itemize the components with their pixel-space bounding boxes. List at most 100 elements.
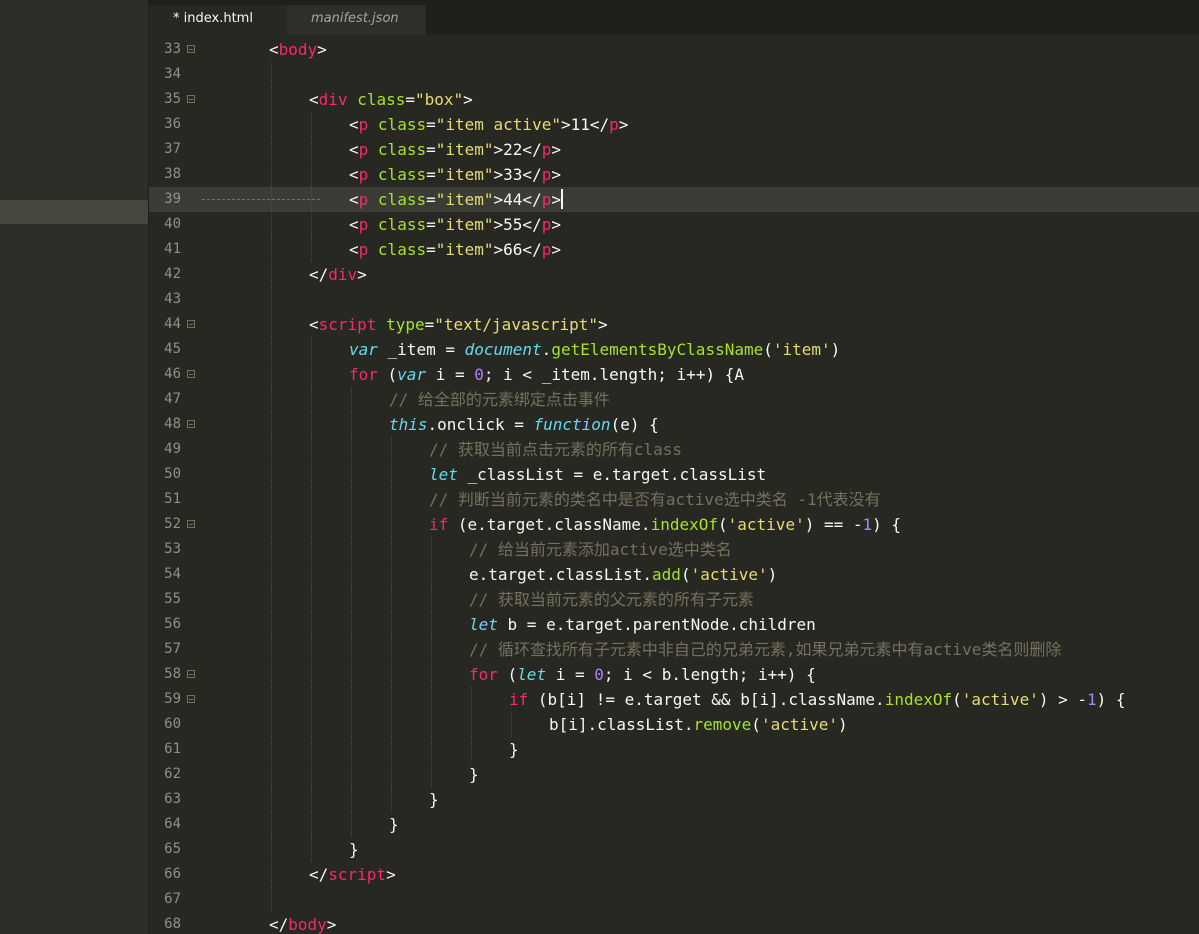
indent-guide [271,562,272,587]
code-text: let b = e.target.parentNode.children [469,612,816,637]
code-text: // 循环查找所有子元素中非自己的兄弟元素,如果兄弟元素中有active类名则删… [469,637,1061,662]
code-line[interactable]: 42 </div> [149,262,1199,287]
code-line[interactable]: 47 // 给全部的元素绑定点击事件 [149,387,1199,412]
code-line[interactable]: 36 <p class="item active">11</p> [149,112,1199,137]
fold-toggle-icon[interactable] [187,695,195,703]
fold-toggle-icon[interactable] [187,420,195,428]
fold-toggle-icon[interactable] [187,320,195,328]
fold-toggle-icon[interactable] [187,370,195,378]
token-text: = [426,190,436,209]
code-line[interactable]: 50 let _classList = e.target.classList [149,462,1199,487]
code-text: </div> [309,262,367,287]
line-number: 57 [164,641,181,657]
fold-toggle-icon[interactable] [187,45,195,53]
token-text: < [309,315,319,334]
indent-guide [351,712,352,737]
fold-toggle-icon[interactable] [187,670,195,678]
token-text: >33</ [493,165,542,184]
code-line[interactable]: 48 this.onclick = function(e) { [149,412,1199,437]
token-tag: div [318,90,348,109]
code-line[interactable]: 40 <p class="item">55</p> [149,212,1199,237]
indent-guide [311,762,312,787]
code-line[interactable]: 34 [149,62,1199,87]
fold-toggle-icon[interactable] [187,520,195,528]
indent-guide [471,687,472,712]
code-line[interactable]: 57 // 循环查找所有子元素中非自己的兄弟元素,如果兄弟元素中有active类名… [149,637,1199,662]
code-line[interactable]: 58 for (let i = 0; i < b.length; i++) { [149,662,1199,687]
code-line[interactable]: 33 <body> [149,37,1199,62]
indent-guide [391,437,392,462]
indent-guide [311,837,312,862]
token-kw: for [469,665,498,684]
code-text: <p class="item">44</p> [349,187,563,212]
code-line[interactable]: 37 <p class="item">22</p> [149,137,1199,162]
indent-guide [351,587,352,612]
code-line[interactable]: 43 [149,287,1199,312]
code-line[interactable]: 38 <p class="item">33</p> [149,162,1199,187]
code-line[interactable]: 55 // 获取当前元素的父元素的所有子元素 [149,587,1199,612]
token-text: ) { [1096,690,1126,709]
token-str: "item" [435,165,494,184]
code-line[interactable]: 52 if (e.target.className.indexOf('active… [149,512,1199,537]
code-line[interactable]: 41 <p class="item">66</p> [149,237,1199,262]
token-text: >11</ [560,115,610,134]
token-tag: script [328,865,387,884]
code-line[interactable]: 46 for (var i = 0; i < _item.length; i++)… [149,362,1199,387]
tab-manifest-json[interactable]: manifest.json [287,5,427,35]
code-line[interactable]: 65} [149,837,1199,862]
token-str: "item" [435,215,494,234]
code-line[interactable]: 68 </body> [149,912,1199,934]
line-number: 51 [164,491,181,507]
code-line[interactable]: 56 let b = e.target.parentNode.children [149,612,1199,637]
code-line[interactable]: 67 [149,887,1199,912]
indent-guide [311,387,312,412]
code-line[interactable]: 66 </script> [149,862,1199,887]
indent-guide [271,512,272,537]
code-line[interactable]: 59 if (b[i] != e.target && b[i].className… [149,687,1199,712]
code-line[interactable]: 63} [149,787,1199,812]
indent-guide [271,62,272,87]
code-editor[interactable]: 33 <body> 34 35 <div class="box"> 36 <p class=… [149,37,1199,934]
indent-guide [391,687,392,712]
tab-index-html[interactable]: * index.html [149,5,287,35]
code-line[interactable]: 51 // 判断当前元素的类名中是否有active选中类名 -1代表没有 [149,487,1199,512]
code-text: if (b[i] != e.target && b[i].className.i… [509,687,1126,712]
indent-guide [351,762,352,787]
line-number: 47 [164,391,181,407]
code-line[interactable]: 49 // 获取当前点击元素的所有class [149,437,1199,462]
file-sidebar[interactable] [0,0,149,934]
code-line[interactable]: 54 e.target.classList.add('active') [149,562,1199,587]
token-tag: p [358,240,369,259]
code-line[interactable]: 39 <p class="item">44</p> [149,187,1199,212]
code-line[interactable]: 53 // 给当前元素添加active选中类名 [149,537,1199,562]
token-str: 'active' [961,690,1039,709]
line-number: 45 [164,341,181,357]
code-line[interactable]: 64} [149,812,1199,837]
code-line[interactable]: 61} [149,737,1199,762]
token-text: _classList = e.target.classList [457,465,767,484]
indent-guide [311,812,312,837]
indent-guide [311,112,312,137]
token-text: e.target.classList. [469,565,653,584]
token-storage: let [517,665,547,684]
fold-toggle-icon[interactable] [187,95,195,103]
indent-guide [391,462,392,487]
token-func: indexOf [650,515,718,534]
code-text: <div class="box"> [309,87,473,112]
token-str: "item" [435,190,494,209]
line-number: 50 [164,466,181,482]
code-line[interactable]: 45 var _item = document.getElementsByClas… [149,337,1199,362]
sidebar-selected-item[interactable] [0,200,148,224]
code-line[interactable]: 62} [149,762,1199,787]
code-line[interactable]: 35 <div class="box"> [149,87,1199,112]
token-text: < [349,165,359,184]
code-text: </script> [309,862,396,887]
code-line[interactable]: 44 <script type="text/javascript"> [149,312,1199,337]
indent-guide [431,587,432,612]
indent-guide [391,612,392,637]
token-text: ( [763,340,773,359]
code-line[interactable]: 60 b[i].classList.remove('active') [149,712,1199,737]
token-attr: class [377,190,427,209]
